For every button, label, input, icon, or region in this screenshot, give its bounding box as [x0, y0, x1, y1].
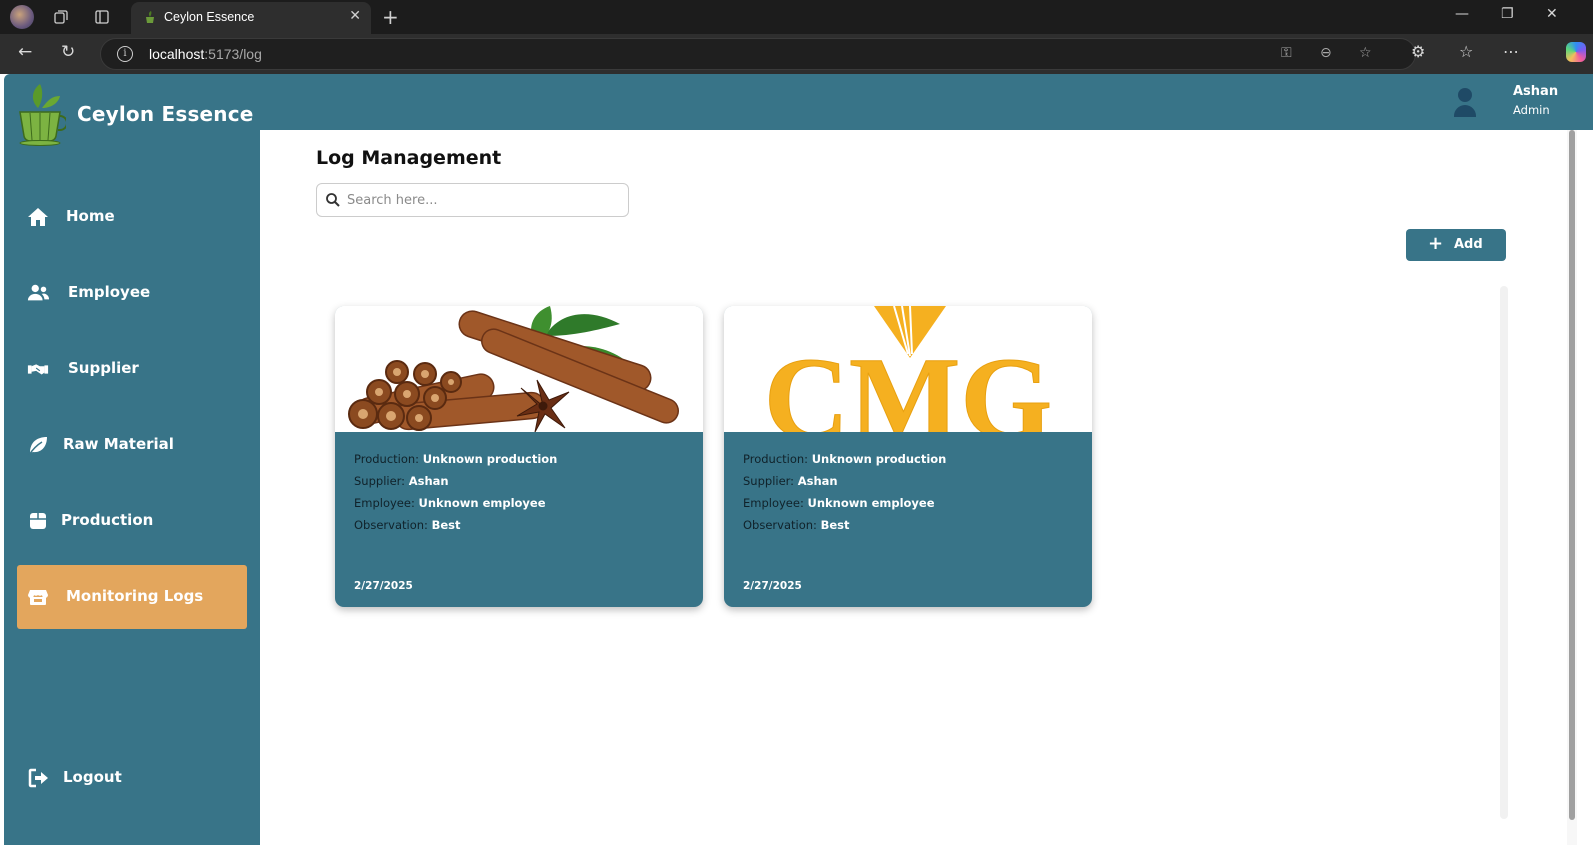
sidebar-item-monitoring-logs[interactable]: Monitoring Logs — [17, 565, 247, 629]
tab-actions-icon[interactable] — [92, 7, 112, 27]
user-avatar-icon[interactable] — [1453, 86, 1477, 118]
sidebar-item-label: Employee — [68, 283, 151, 301]
sidebar-item-employee[interactable]: Employee — [17, 261, 247, 325]
password-key-icon[interactable]: ⚿ — [1281, 45, 1292, 61]
cards-scrollbar[interactable] — [1500, 286, 1508, 819]
favicon-icon — [146, 11, 154, 23]
handshake-icon — [27, 364, 49, 375]
sidebar-item-home[interactable]: Home — [17, 185, 247, 249]
sidebar-item-supplier[interactable]: Supplier — [17, 337, 247, 401]
sidebar-item-production[interactable]: Production — [17, 489, 247, 553]
browser-window: Ceylon Essence ✕ + — ❐ ✕ ← ↻ i localhost… — [0, 0, 1593, 845]
sidebar-item-raw-material[interactable]: Raw Material — [17, 413, 247, 477]
card-date: 2/27/2025 — [354, 580, 413, 592]
card-production: Production: Unknown production — [354, 452, 558, 466]
card-employee: Employee: Unknown employee — [354, 496, 546, 510]
copilot-icon[interactable] — [1566, 42, 1586, 62]
search-input[interactable] — [347, 190, 617, 210]
close-tab-icon[interactable]: ✕ — [349, 8, 361, 24]
cinnamon-sticks-image — [335, 306, 703, 432]
more-menu-icon[interactable]: ⋯ — [1503, 42, 1519, 61]
close-window-icon[interactable]: ✕ — [1546, 6, 1558, 22]
tab-strip: Ceylon Essence ✕ + — ❐ ✕ — [0, 0, 1593, 34]
svg-text:CMG: CMG — [764, 333, 1052, 432]
logout-label: Logout — [63, 768, 122, 786]
back-icon[interactable]: ← — [18, 42, 32, 62]
plus-icon: + — [1428, 233, 1444, 254]
logout-button[interactable]: Logout — [17, 746, 247, 810]
sidebar-item-label: Home — [66, 207, 115, 225]
store-icon — [28, 590, 48, 605]
home-icon — [28, 208, 48, 226]
extensions-icon[interactable]: ⚙ — [1411, 42, 1425, 61]
zoom-out-icon[interactable]: ⊖ — [1320, 45, 1332, 61]
sidebar-item-label: Monitoring Logs — [66, 587, 204, 605]
sidebar-item-label: Supplier — [68, 359, 139, 377]
url-text[interactable]: localhost:5173/log — [149, 46, 262, 62]
profile-avatar[interactable] — [10, 5, 34, 29]
cmg-logo-image: CMG — [724, 306, 1092, 432]
favorite-star-icon[interactable]: ☆ — [1359, 45, 1372, 61]
restore-icon[interactable]: ❐ — [1501, 6, 1514, 22]
main-content: Log Management + Add — [260, 130, 1593, 845]
card-supplier: Supplier: Ashan — [743, 474, 838, 488]
user-role: Admin — [1513, 103, 1550, 117]
add-label: Add — [1454, 237, 1483, 252]
address-bar[interactable]: i localhost:5173/log ⚿ ⊖ ☆ — [100, 38, 1416, 70]
minimize-icon[interactable]: — — [1455, 6, 1469, 22]
tea-cup-logo-icon — [19, 84, 66, 146]
sidebar-item-label: Production — [61, 511, 154, 529]
user-name: Ashan — [1513, 84, 1559, 99]
users-icon — [27, 284, 49, 301]
site-info-icon[interactable]: i — [117, 46, 133, 62]
top-bar: Ashan Admin — [260, 74, 1593, 130]
log-card[interactable]: CMG Production: Unknown production Suppl… — [724, 306, 1092, 607]
search-box — [316, 183, 629, 217]
new-tab-icon[interactable]: + — [382, 5, 399, 29]
refresh-icon[interactable]: ↻ — [61, 42, 75, 62]
sidebar-item-label: Raw Material — [63, 435, 174, 453]
page-title: Log Management — [316, 147, 502, 169]
card-employee: Employee: Unknown employee — [743, 496, 935, 510]
workspaces-icon[interactable] — [51, 7, 71, 27]
brand-name: Ceylon Essence — [77, 102, 254, 126]
log-card[interactable]: Production: Unknown production Supplier:… — [335, 306, 703, 607]
browser-tab-active[interactable]: Ceylon Essence ✕ — [131, 2, 371, 34]
card-observation: Observation: Best — [743, 518, 850, 532]
leaf-icon — [28, 437, 47, 456]
app-viewport: Ceylon Essence Home Employee Supplier Ra… — [0, 74, 1593, 845]
tab-title: Ceylon Essence — [164, 10, 255, 24]
sidebar: Ceylon Essence Home Employee Supplier Ra… — [4, 74, 260, 845]
page-scrollbar[interactable] — [1567, 130, 1577, 845]
address-bar-row: ← ↻ i localhost:5173/log ⚿ ⊖ ☆ ⚙ ☆ ⋯ — [0, 34, 1593, 74]
card-production: Production: Unknown production — [743, 452, 947, 466]
card-date: 2/27/2025 — [743, 580, 802, 592]
logout-icon — [28, 768, 48, 788]
page-scrollbar-thumb[interactable] — [1569, 130, 1575, 820]
search-icon — [326, 193, 340, 207]
favorites-icon[interactable]: ☆ — [1459, 42, 1473, 61]
box-icon — [30, 513, 46, 529]
card-observation: Observation: Best — [354, 518, 461, 532]
card-supplier: Supplier: Ashan — [354, 474, 449, 488]
add-button[interactable]: + Add — [1406, 229, 1506, 261]
